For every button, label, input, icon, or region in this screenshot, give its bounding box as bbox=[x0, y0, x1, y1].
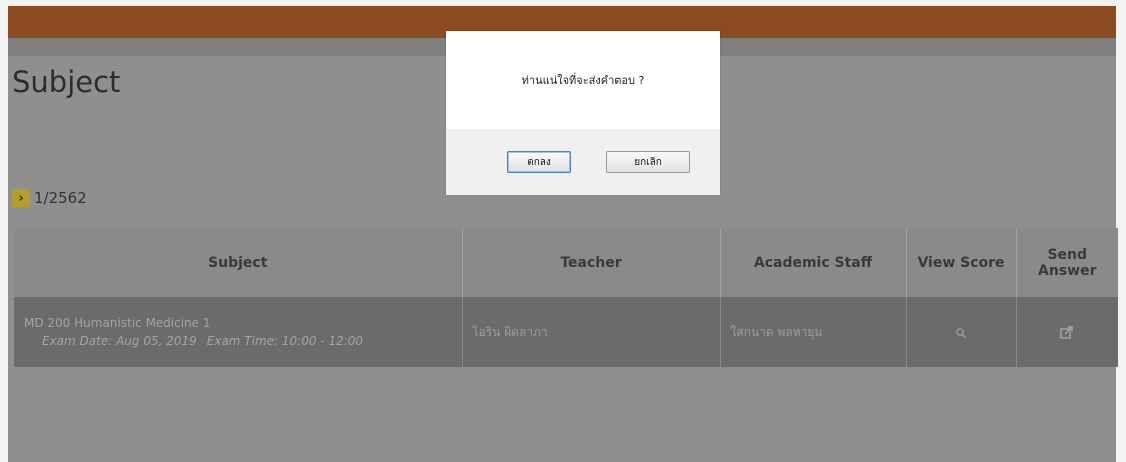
exam-info: Exam Date: Aug 05, 2019 Exam Time: 10:00 … bbox=[24, 334, 452, 348]
col-header-teacher: Teacher bbox=[462, 228, 721, 297]
frame-left bbox=[0, 0, 8, 462]
subjects-table: Subject Teacher Academic Staff View Scor… bbox=[14, 228, 1118, 367]
col-header-academic-staff: Academic Staff bbox=[720, 228, 907, 297]
exam-time: Exam Time: 10:00 - 12:00 bbox=[206, 334, 364, 348]
table-row: MD 200 Humanistic Medicine 1 Exam Date: … bbox=[14, 297, 1118, 367]
exam-date: Exam Date: Aug 05, 2019 bbox=[42, 334, 197, 348]
term-toggle[interactable]: › 1/2562 bbox=[12, 188, 87, 208]
view-score-button[interactable] bbox=[906, 297, 1017, 367]
send-answer-icon bbox=[1060, 325, 1074, 339]
page-title: Subject bbox=[12, 65, 121, 100]
send-answer-button[interactable] bbox=[1016, 297, 1118, 367]
search-icon bbox=[955, 325, 967, 339]
confirm-dialog: ท่านแน่ใจที่จะส่งคำตอบ ? ตกลง ยกเลิก bbox=[446, 31, 720, 195]
teacher-cell: ไอริน ผิดลาภา bbox=[462, 297, 721, 367]
dialog-message: ท่านแน่ใจที่จะส่งคำตอบ ? bbox=[521, 74, 645, 87]
col-header-view-score: View Score bbox=[906, 228, 1017, 297]
ok-button[interactable]: ตกลง bbox=[507, 151, 571, 173]
col-header-send-answer: Send Answer bbox=[1016, 228, 1118, 297]
term-label: 1/2562 bbox=[34, 189, 87, 207]
col-header-subject: Subject bbox=[14, 228, 463, 297]
academic-staff-cell: ใสกนาด พลหายุม bbox=[720, 297, 907, 367]
subject-name: MD 200 Humanistic Medicine 1 bbox=[24, 316, 211, 330]
cancel-button[interactable]: ยกเลิก bbox=[606, 151, 690, 173]
subject-cell: MD 200 Humanistic Medicine 1 Exam Date: … bbox=[14, 297, 463, 367]
table-header-row: Subject Teacher Academic Staff View Scor… bbox=[14, 228, 1118, 297]
chevron-right-icon: › bbox=[12, 189, 30, 207]
dialog-footer: ตกลง ยกเลิก bbox=[446, 129, 720, 195]
page: Subject › 1/2562 Subject Teacher Academi… bbox=[0, 0, 1126, 462]
